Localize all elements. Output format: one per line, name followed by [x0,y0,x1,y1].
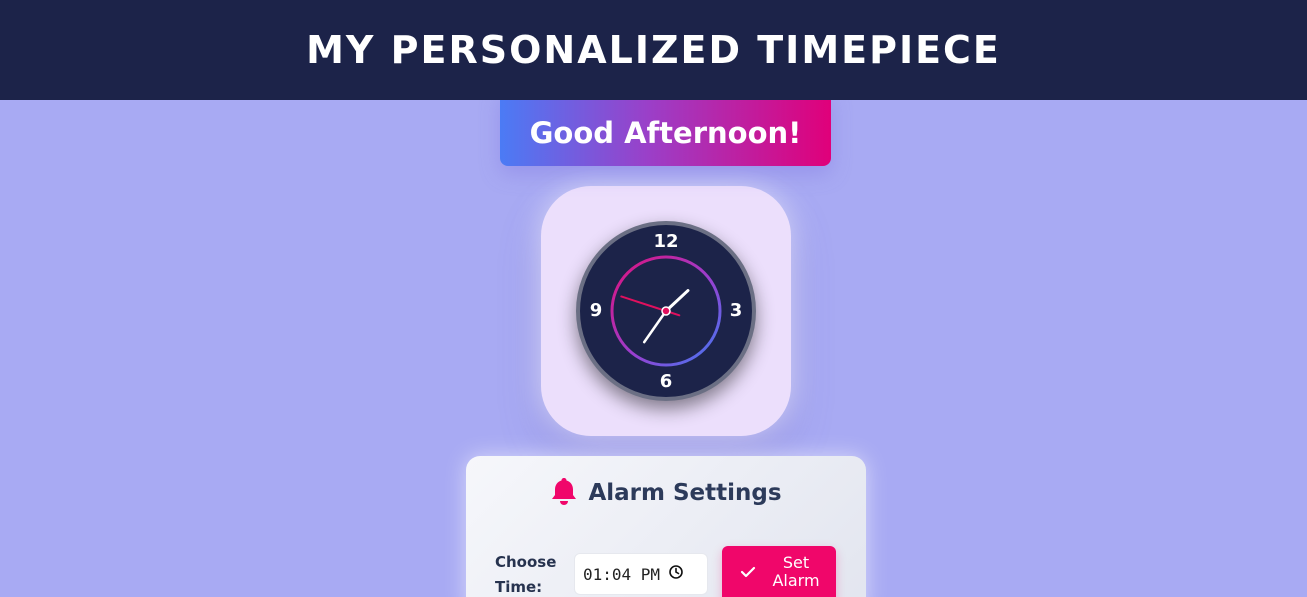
alarm-settings-card: Alarm Settings Choose Time: 01:04 PM Set… [466,456,866,597]
alarm-time-value[interactable]: 01:04 PM [583,565,660,584]
set-alarm-label: Set Alarm [766,554,826,590]
set-alarm-label-line2: Alarm [772,571,820,590]
choose-time-label: Choose Time: [495,550,565,597]
minute-hand [642,309,668,344]
clock-number-6: 6 [659,371,673,392]
set-alarm-button[interactable]: Set Alarm [722,546,836,597]
clock-center-dot [661,306,671,316]
second-hand [620,295,667,312]
page-title: MY PERSONALIZED TIMEPIECE [306,28,1001,72]
clock-icon[interactable] [668,564,684,584]
choose-time-label-line2: Time: [495,578,543,596]
set-alarm-label-line1: Set [782,553,810,572]
alarm-settings-title: Alarm Settings [588,480,782,506]
alarm-time-input[interactable]: 01:04 PM [574,553,708,595]
clock-card: 12 3 6 9 [541,186,791,436]
check-icon [740,564,756,583]
clock-number-12: 12 [653,231,679,252]
alarm-settings-heading: Alarm Settings [466,476,866,510]
choose-time-label-line1: Choose [495,553,557,571]
bell-icon [550,476,578,510]
clock-number-9: 9 [589,300,603,321]
analog-clock: 12 3 6 9 [576,221,756,401]
greeting-banner: Good Afternoon! [500,90,831,166]
app-header: MY PERSONALIZED TIMEPIECE [0,0,1307,100]
clock-number-3: 3 [729,300,743,321]
